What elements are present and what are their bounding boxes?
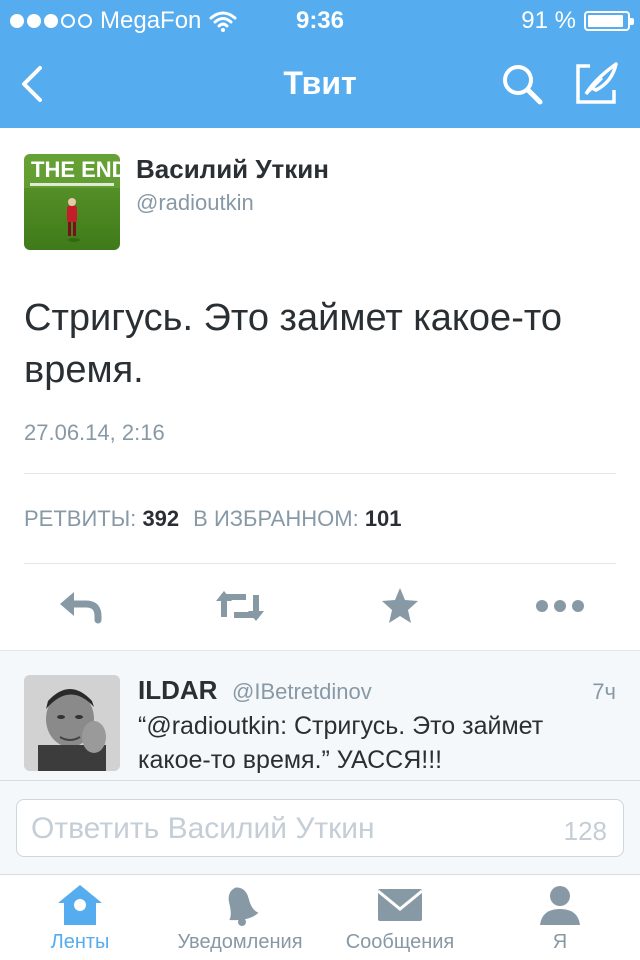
favorites-stat[interactable]: В ИЗБРАННОМ: 101 <box>193 506 401 532</box>
reply-icon <box>60 592 102 624</box>
retweets-count: 392 <box>142 506 180 531</box>
tweet-actions <box>0 568 640 650</box>
reply-author-handle[interactable]: @IBetretdinov <box>232 679 372 705</box>
tweet-detail: THE END Василий Уткин @radioutkin Стригу… <box>0 128 640 650</box>
reply-avatar[interactable] <box>24 675 120 771</box>
search-icon <box>503 65 543 105</box>
tab-notifications[interactable]: Уведомления <box>160 875 320 960</box>
author-handle[interactable]: @radioutkin <box>136 190 254 216</box>
favorites-label: В ИЗБРАННОМ: <box>193 506 359 531</box>
compose-bar: Ответить Василий Уткин 128 <box>0 780 640 874</box>
search-button[interactable] <box>498 60 546 108</box>
reply-input[interactable]: Ответить Василий Уткин 128 <box>16 799 624 857</box>
tweet-text: Стригусь. Это займет какое-то время. <box>24 297 562 391</box>
retweet-button[interactable] <box>210 586 270 626</box>
more-icon <box>536 600 584 612</box>
reply-author-name[interactable]: ILDAR <box>138 675 217 706</box>
envelope-icon <box>377 889 423 921</box>
replies-list: ILDAR @IBetretdinov 7ч “@radioutkin: Стр… <box>0 650 640 780</box>
tab-home[interactable]: Ленты <box>0 875 160 960</box>
status-bar: MegaFon 9:36 91 % <box>0 0 640 40</box>
bell-icon <box>228 887 259 926</box>
tweet-timestamp: 27.06.14, 2:16 <box>24 420 165 445</box>
tab-bar: Ленты Уведомления Сообщения Я <box>0 874 640 960</box>
retweets-label: РЕТВИТЫ: <box>24 506 137 531</box>
avatar-text: THE END <box>31 157 120 182</box>
compose-button[interactable] <box>572 60 622 108</box>
retweet-icon <box>216 591 264 621</box>
reply-button[interactable] <box>50 586 110 626</box>
tab-notifications-label: Уведомления <box>177 931 303 953</box>
home-icon <box>58 885 102 925</box>
nav-bar: Твит <box>0 40 640 128</box>
reply-time: 7ч <box>592 679 616 704</box>
tweet-stats: РЕТВИТЫ: 392 В ИЗБРАННОМ: 101 <box>24 506 402 532</box>
divider <box>24 563 616 564</box>
top-bar: MegaFon 9:36 91 % Твит <box>0 0 640 128</box>
reply-placeholder: Ответить Василий Уткин <box>31 812 375 845</box>
reply-text: “@radioutkin: Стригусь. Это займет какое… <box>138 712 544 774</box>
tab-home-label: Ленты <box>50 931 110 953</box>
battery-area: 91 % <box>521 7 634 35</box>
favorite-button[interactable] <box>370 586 430 626</box>
favorites-count: 101 <box>364 506 402 531</box>
battery-icon <box>584 11 634 31</box>
author-avatar[interactable]: THE END <box>24 154 120 250</box>
author-name[interactable]: Василий Уткин <box>136 154 329 185</box>
tab-me[interactable]: Я <box>480 875 640 960</box>
compose-icon <box>576 62 618 104</box>
retweets-stat[interactable]: РЕТВИТЫ: 392 <box>24 506 179 532</box>
tab-messages-label: Сообщения <box>345 931 455 953</box>
tab-me-label: Я <box>552 931 568 953</box>
avatar-image: THE END <box>24 154 120 250</box>
star-icon <box>382 588 418 623</box>
person-icon <box>540 886 580 925</box>
battery-percent: 91 % <box>521 7 576 34</box>
divider <box>24 473 616 474</box>
tab-messages[interactable]: Сообщения <box>320 875 480 960</box>
reply-avatar-image <box>24 675 120 771</box>
char-counter: 128 <box>563 816 607 846</box>
more-button[interactable] <box>530 586 590 626</box>
